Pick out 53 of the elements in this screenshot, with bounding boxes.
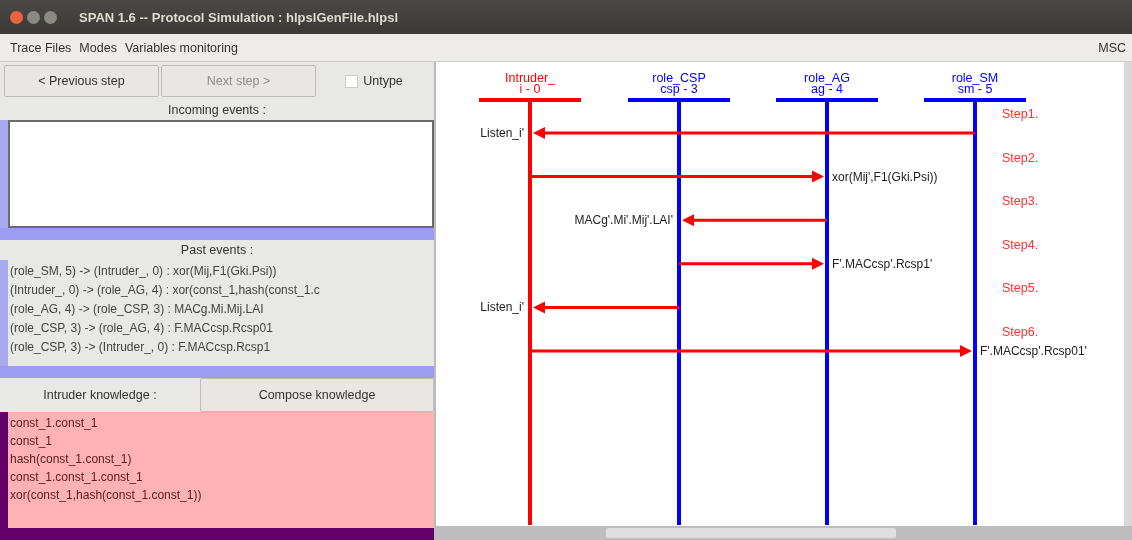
step-label: Step2. [1002, 150, 1039, 165]
scrollbar[interactable] [0, 412, 8, 528]
message-label: MACg'.Mi'.Mij'.LAI' [574, 213, 673, 228]
scrollbar[interactable] [0, 260, 8, 366]
menu-item[interactable]: Modes [79, 40, 117, 55]
knowledge-item: const_1 [10, 433, 54, 450]
section-title: Past events : [179, 242, 255, 259]
scrollbar[interactable] [1124, 62, 1132, 526]
scrollbar[interactable] [0, 366, 434, 378]
participant-id: i - 0 [519, 82, 541, 96]
knowledge-item: const_1.const_1.const_1 [10, 469, 144, 486]
section-title: Incoming events : [167, 102, 267, 119]
compose-knowledge-button[interactable]: Compose knowledge [200, 378, 434, 412]
scrollbar[interactable] [0, 528, 434, 540]
menu-item[interactable]: Trace Files [10, 40, 72, 55]
scrollbar[interactable] [436, 526, 1132, 540]
participant-id: ag - 4 [811, 82, 843, 96]
participant-name: Intruder_ [505, 71, 555, 85]
scrollbar[interactable] [0, 228, 434, 240]
knowledge-item: hash(const_1.const_1) [10, 451, 133, 468]
window-title: SPAN 1.6 -- Protocol Simulation : hlpslGenFile.hlpsl [79, 9, 398, 25]
event-item[interactable]: (role_CSP, 3) -> (role_AG, 4) : F.MACcsp.Rcsp01 [10, 319, 432, 338]
maximize-icon[interactable] [44, 10, 57, 24]
message-label: xor(Mij',F1(Gki.Psi)) [832, 169, 938, 184]
event-item[interactable]: (Intruder_, 0) -> (role_AG, 4) : xor(const_1,hash(const_1.c [10, 281, 432, 300]
step-label: Step5. [1002, 281, 1039, 296]
event-item[interactable]: (role_SM, 5) -> (Intruder_, 0) : xor(Mij,F1(Gki.Psi)) [10, 262, 432, 281]
minimize-icon[interactable] [27, 10, 40, 24]
step-label: Step1. [1002, 107, 1039, 121]
knowledge-item: const_1.const_1 [10, 415, 99, 432]
event-item[interactable]: (role_AG, 4) -> (role_CSP, 3) : MACg.Mi.Mij.LAI [10, 300, 432, 319]
participant-name: role_SM [951, 71, 999, 85]
participant-id: csp - 3 [660, 82, 698, 96]
untype-checkbox[interactable] [345, 74, 359, 88]
participant-name: role_CSP [652, 71, 706, 85]
step-label: Step4. [1002, 237, 1039, 252]
knowledge-label: Intruder knowledge : [42, 387, 158, 404]
close-icon[interactable] [10, 10, 23, 24]
checkbox-label: Untype [363, 74, 403, 88]
event-item[interactable]: (role_CSP, 3) -> (Intruder_, 0) : F.MACcsp.Rcsp1 [10, 338, 432, 357]
message-label: Listen_i' [480, 126, 524, 140]
menu-item[interactable]: Variables monitoring [124, 40, 238, 55]
participant-id: sm - 5 [957, 82, 993, 96]
participant-name: role_AG [804, 71, 850, 85]
menu-item[interactable]: MSC [1098, 40, 1126, 55]
message-label: Listen_i' [480, 300, 524, 315]
message-label: F'.MACcsp'.Rcsp1' [832, 256, 933, 271]
scrollbar[interactable] [0, 120, 8, 228]
knowledge-item: xor(const_1,hash(const_1.const_1)) [10, 487, 203, 504]
step-label: Step3. [1002, 194, 1039, 209]
message-label: F'.MACcsp'.Rcsp01' [980, 344, 1087, 358]
previous-step-button[interactable]: < Previous step [4, 65, 159, 97]
step-label: Step6. [1002, 325, 1039, 339]
